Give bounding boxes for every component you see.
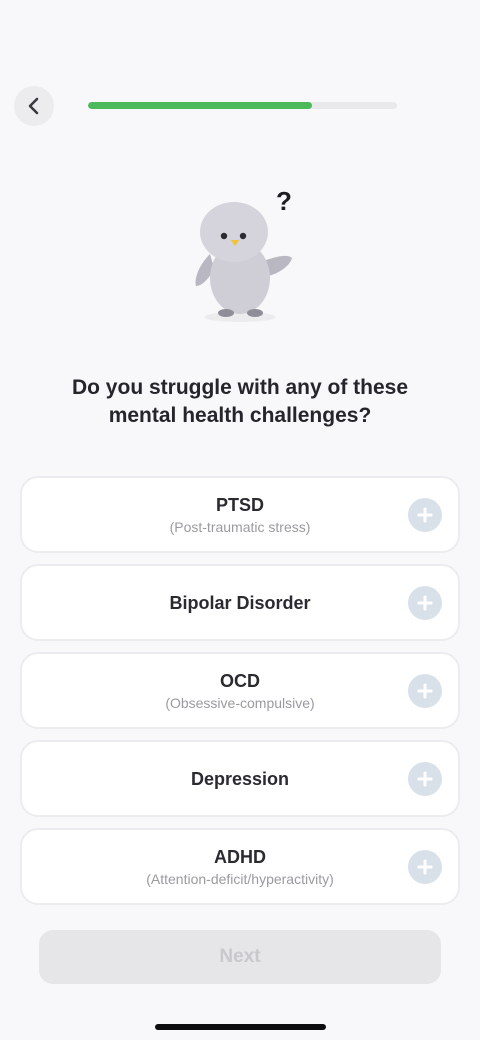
option-subtitle: (Obsessive-compulsive)	[165, 694, 315, 711]
question-line-1: Do you struggle with any of these	[71, 376, 409, 399]
option-title: Bipolar Disorder	[169, 592, 311, 613]
option-ocd[interactable]: OCD (Obsessive-compulsive)	[20, 652, 460, 729]
option-title: OCD	[220, 670, 260, 691]
penguin-mascot: ?	[186, 184, 298, 326]
option-ptsd[interactable]: PTSD (Post-traumatic stress)	[20, 476, 460, 553]
chevron-left-icon	[28, 97, 39, 115]
plus-circle-icon[interactable]	[408, 585, 442, 620]
option-title: Depression	[190, 768, 290, 789]
option-adhd[interactable]: ADHD (Attention-deficit/hyperactivity)	[20, 828, 460, 905]
option-subtitle: (Post-traumatic stress)	[169, 518, 311, 535]
question-line-2: mental health challenges?	[108, 404, 372, 427]
home-indicator	[155, 1024, 326, 1030]
screen: ? Do you struggle with any of these ment…	[0, 0, 480, 1040]
progress-fill	[88, 102, 313, 109]
option-title: PTSD	[215, 494, 264, 515]
question-mark: ?	[276, 186, 292, 216]
option-subtitle: (Attention-deficit/hyperactivity)	[146, 870, 334, 887]
plus-circle-icon[interactable]	[408, 673, 442, 708]
next-button[interactable]: Next	[39, 930, 441, 984]
option-title: ADHD	[214, 846, 266, 867]
question-heading: Do you struggle with any of these mental…	[30, 374, 450, 430]
plus-circle-icon[interactable]	[408, 849, 442, 884]
penguin-illustration: ?	[195, 186, 292, 322]
progress-bar	[88, 102, 397, 109]
plus-circle-icon[interactable]	[408, 761, 442, 796]
option-depression[interactable]: Depression	[20, 740, 460, 817]
option-bipolar-disorder[interactable]: Bipolar Disorder	[20, 564, 460, 641]
back-button[interactable]	[14, 86, 54, 126]
plus-circle-icon[interactable]	[408, 497, 442, 532]
